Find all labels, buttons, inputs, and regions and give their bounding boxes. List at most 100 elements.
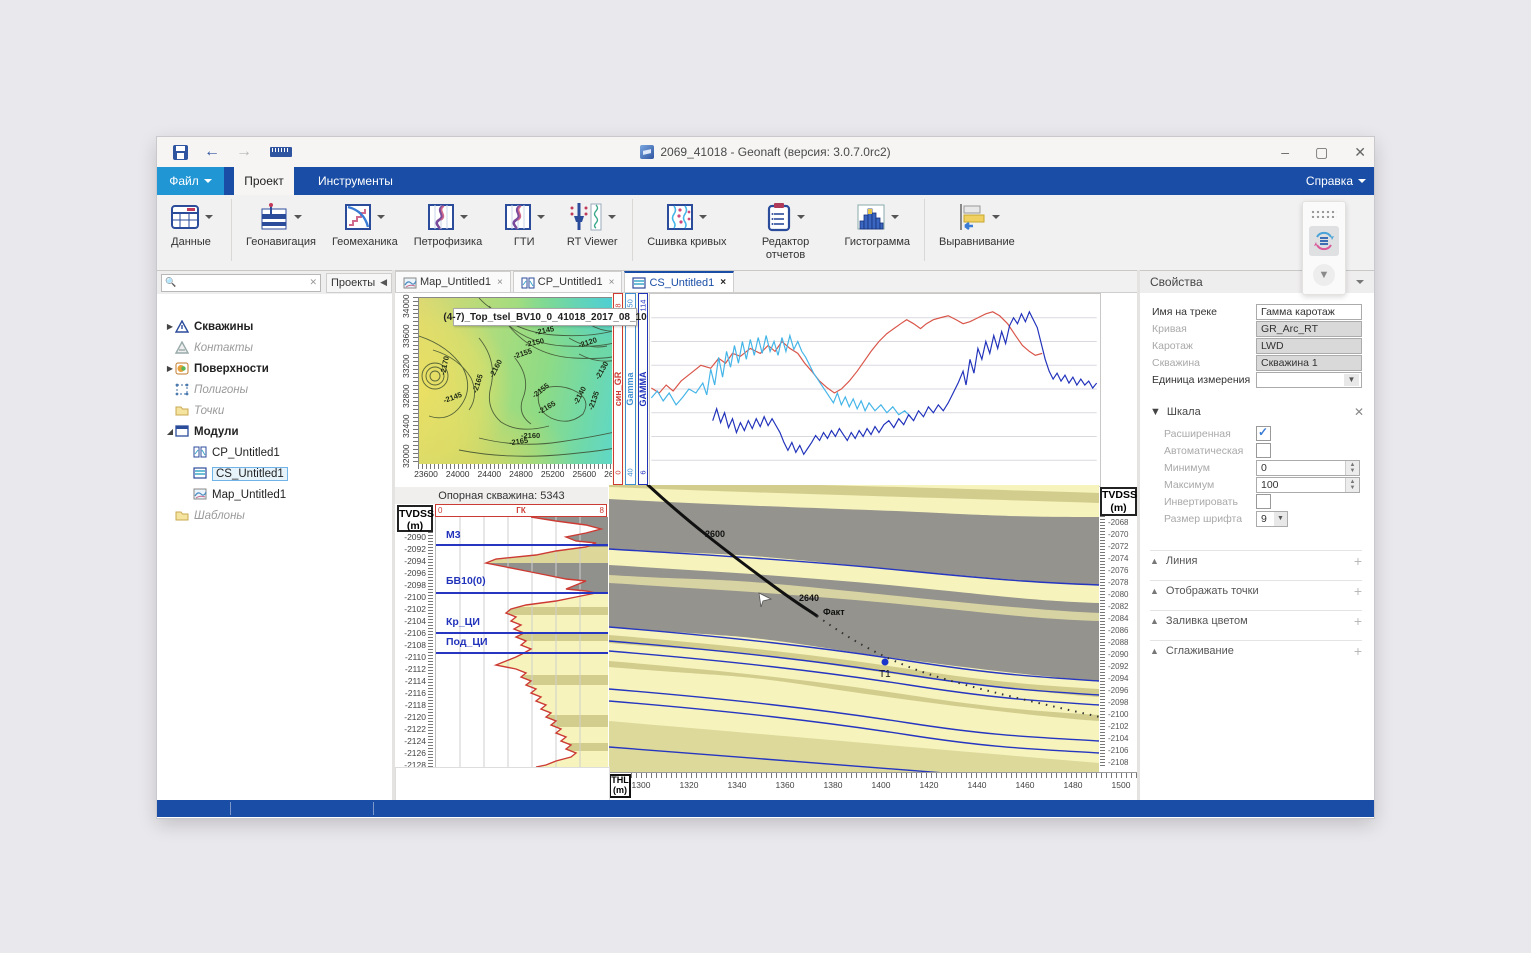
checkbox-unchecked[interactable]: [1256, 494, 1271, 509]
chevron-down-icon[interactable]: ▼: [1274, 511, 1287, 526]
add-icon[interactable]: +: [1354, 553, 1362, 569]
help-menu-button[interactable]: Справка: [1306, 167, 1366, 195]
toolbar-button-report[interactable]: Редактор отчетов: [735, 195, 837, 261]
section-отображать-точки[interactable]: ▲ Отображать точки +: [1150, 580, 1362, 601]
maximize-button[interactable]: ▢: [1315, 144, 1328, 161]
scale-label: Расширенная: [1164, 427, 1231, 440]
projects-panel-header[interactable]: Проекты ◀: [326, 272, 392, 293]
chevron-down-icon: [1358, 179, 1366, 183]
toolbar-button-align[interactable]: Выравнивание: [931, 195, 1023, 249]
scale-section-header[interactable]: ▼ Шкала ✕: [1150, 404, 1364, 420]
toolbar-button-rtviewer[interactable]: RT Viewer: [558, 195, 626, 249]
prop-field[interactable]: Гамма каротаж: [1256, 303, 1362, 320]
chevron-down-icon[interactable]: [536, 215, 545, 219]
align-icon: [953, 203, 987, 231]
tree-item-label: Контакты: [194, 341, 253, 354]
spinner-arrows-icon[interactable]: ▲ ▼: [1345, 460, 1359, 475]
clear-search-icon[interactable]: ✕: [309, 277, 317, 288]
chevron-down-icon[interactable]: [377, 215, 386, 219]
ribbon-toolbar: Данные Геонавигация Геомеханика Петрофизика…: [157, 195, 1374, 271]
chevron-down-icon[interactable]: [890, 215, 899, 219]
collapse-panel-icon[interactable]: ◀: [380, 277, 387, 288]
chevron-down-icon[interactable]: ▼: [1344, 373, 1359, 386]
scale-label: Размер шрифта: [1164, 512, 1243, 525]
sidebar-item-полигоны[interactable]: Полигоны: [157, 379, 392, 400]
chevron-down-icon[interactable]: [1356, 280, 1364, 284]
sync-properties-button[interactable]: [1309, 226, 1339, 256]
sidebar-item-скважины[interactable]: ▶ Скважины: [157, 316, 392, 337]
checkbox-checked[interactable]: [1256, 425, 1271, 441]
section-заливка-цветом[interactable]: ▲ Заливка цветом +: [1150, 610, 1362, 631]
close-tab-icon[interactable]: ×: [609, 277, 615, 288]
toolbar-button-gti[interactable]: ГТИ: [490, 195, 558, 249]
add-icon[interactable]: +: [1354, 583, 1362, 599]
tab-project[interactable]: Проект: [234, 167, 294, 195]
sidebar-item-cp-untitled1[interactable]: CP_Untitled1: [157, 442, 392, 463]
sidebar-item-модули[interactable]: ◢ Модули: [157, 421, 392, 442]
depth-tick: -2086: [1108, 626, 1129, 635]
track-max: 8: [613, 303, 623, 308]
file-menu-button[interactable]: Файл: [157, 167, 224, 195]
close-tab-icon[interactable]: ×: [720, 277, 726, 288]
floating-tool-panel: ▼: [1302, 201, 1346, 295]
sidebar-item-поверхности[interactable]: ▶ Поверхности: [157, 358, 392, 379]
spinner-input[interactable]: 0 ▲ ▼: [1256, 459, 1360, 476]
toolbar-button-petro[interactable]: Петрофизика: [406, 195, 491, 249]
expander-right-icon[interactable]: ▶: [165, 364, 175, 373]
chevron-down-icon[interactable]: [699, 215, 708, 219]
add-icon[interactable]: +: [1354, 613, 1362, 629]
reference-well-log-track[interactable]: М3 БВ10(0) Кр_ЦИ Под_ЦИ: [435, 516, 608, 768]
stitch-icon: [666, 203, 694, 231]
sidebar-item-точки[interactable]: Точки: [157, 400, 392, 421]
chevron-down-icon[interactable]: [797, 215, 806, 219]
toolbar-separator: [924, 199, 926, 261]
chevron-down-icon[interactable]: [460, 215, 469, 219]
expander-right-icon[interactable]: ▶: [165, 322, 175, 331]
spinner-arrows-icon[interactable]: ▲ ▼: [1345, 477, 1359, 492]
sidebar-item-контакты[interactable]: Контакты: [157, 337, 392, 358]
close-button[interactable]: ✕: [1354, 144, 1366, 161]
toolbar-button-geonav[interactable]: Геонавигация: [238, 195, 324, 249]
checkbox-unchecked[interactable]: [1256, 443, 1271, 458]
thl-tick: 1300: [631, 780, 651, 790]
close-tab-icon[interactable]: ×: [497, 277, 503, 288]
tree-contacts-icon: [175, 341, 189, 354]
depth-tick: -2098: [1108, 698, 1129, 707]
search-input[interactable]: 🔍 ✕: [161, 273, 321, 292]
sidebar-item-map-untitled1[interactable]: Map_Untitled1: [157, 484, 392, 505]
minimize-button[interactable]: –: [1281, 144, 1289, 160]
drag-handle-dots-icon[interactable]: [1311, 210, 1337, 218]
chevron-down-icon[interactable]: [204, 215, 213, 219]
spinner-input[interactable]: 100 ▲ ▼: [1256, 476, 1360, 493]
section-сглаживание[interactable]: ▲ Сглаживание +: [1150, 640, 1362, 661]
chevron-down-icon[interactable]: [607, 215, 616, 219]
font-size-select[interactable]: 9 ▼: [1256, 510, 1288, 527]
doc-tab-cp_untitled1[interactable]: CP_Untitled1 ×: [512, 271, 623, 292]
section-линия[interactable]: ▲ Линия +: [1150, 550, 1362, 571]
depth-tick: -2126: [404, 748, 426, 758]
chevron-down-icon[interactable]: ▼: [1313, 264, 1335, 286]
prop-field[interactable]: ▼: [1256, 371, 1362, 388]
cross-section-view[interactable]: 2600 2640 Факт T1: [609, 485, 1099, 772]
contour-map[interactable]: (4-7)_Top_tsel_BV10_0_41018_2017_08_10 -…: [418, 297, 647, 465]
tree-cp-icon: [193, 446, 207, 458]
add-icon[interactable]: +: [1354, 643, 1362, 659]
geomech-icon: [344, 203, 372, 231]
depth-tick: -2088: [1108, 638, 1129, 647]
gamma-log-chart[interactable]: [649, 293, 1101, 487]
toolbar-button-histogram[interactable]: Гистограмма: [837, 195, 919, 249]
sidebar-item-шаблоны[interactable]: Шаблоны: [157, 505, 392, 526]
chevron-down-icon[interactable]: [294, 215, 303, 219]
toolbar-button-data[interactable]: Данные: [157, 195, 225, 249]
toolbar-button-stitch[interactable]: Сшивка кривых: [639, 195, 734, 249]
doc-tab-cs_untitled1[interactable]: CS_Untitled1 ×: [624, 271, 735, 292]
tab-tools[interactable]: Инструменты: [304, 167, 407, 195]
expander-down-icon[interactable]: ◢: [165, 427, 175, 436]
close-icon[interactable]: ✕: [1354, 405, 1364, 419]
toolbar-button-geomech[interactable]: Геомеханика: [324, 195, 406, 249]
sidebar-item-cs-untitled1[interactable]: CS_Untitled1: [157, 463, 392, 484]
chevron-down-icon[interactable]: [992, 215, 1001, 219]
section-label: Сглаживание: [1165, 645, 1234, 657]
doc-tab-label: CP_Untitled1: [537, 276, 603, 288]
doc-tab-map_untitled1[interactable]: Map_Untitled1 ×: [395, 271, 511, 292]
